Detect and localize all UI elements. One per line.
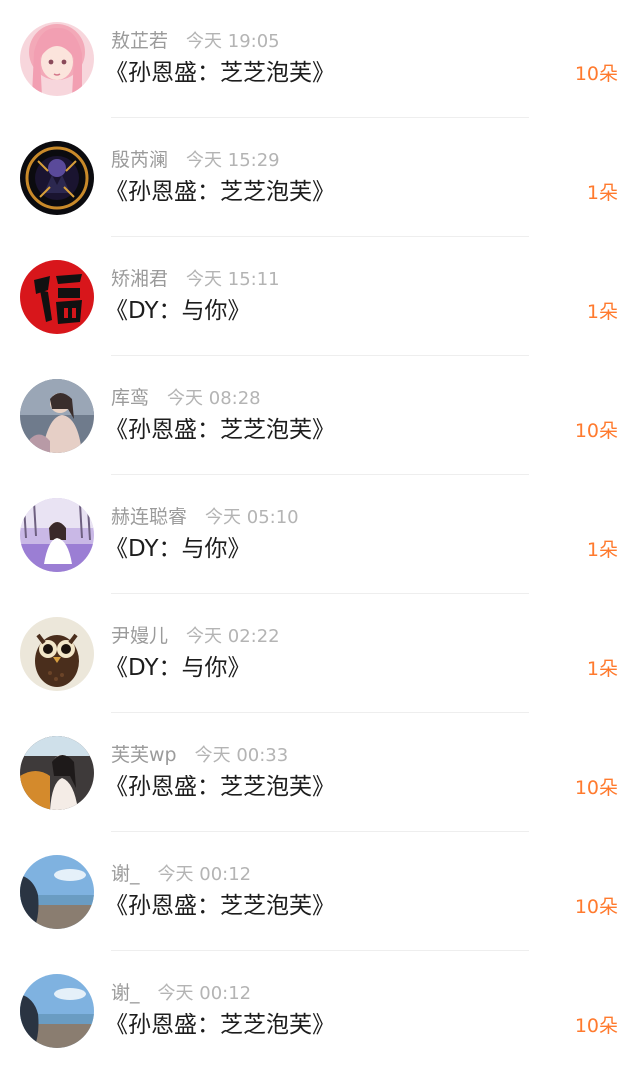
message-time: 今天 15:11 bbox=[186, 269, 280, 290]
sender-name-text: 殷芮澜 bbox=[111, 149, 169, 171]
message-text: 《DY：与你》 bbox=[105, 536, 251, 562]
fu-character-avatar-icon[interactable] bbox=[20, 260, 94, 334]
message-time: 今天 19:05 bbox=[186, 31, 280, 52]
message-text: 《孙恩盛：芝芝泡芙》 bbox=[105, 60, 335, 86]
sender-name: 库鸾 今天 08:28 bbox=[111, 386, 261, 411]
message-row[interactable]: 赫连聪睿 今天 05:10 《DY：与你》 1朵 bbox=[0, 476, 640, 595]
message-text: 《孙恩盛：芝芝泡芙》 bbox=[105, 893, 335, 919]
girl-car-avatar-icon[interactable] bbox=[20, 736, 94, 810]
divider bbox=[111, 355, 529, 356]
divider bbox=[111, 236, 529, 237]
gift-count: 1朵 bbox=[586, 658, 618, 680]
message-time: 今天 15:29 bbox=[186, 150, 280, 171]
anime-pink-hair-avatar-icon[interactable] bbox=[20, 22, 94, 96]
divider bbox=[111, 593, 529, 594]
sender-name: 赫连聪睿 今天 05:10 bbox=[111, 505, 299, 530]
message-text: 《DY：与你》 bbox=[105, 655, 251, 681]
sender-name-text: 谢_ bbox=[111, 863, 140, 885]
gift-count: 10朵 bbox=[574, 63, 618, 85]
sender-name: 尹嫚儿 今天 02:22 bbox=[111, 624, 280, 649]
message-text: 《孙恩盛：芝芝泡芙》 bbox=[105, 1012, 335, 1038]
message-time: 今天 08:28 bbox=[167, 388, 261, 409]
gift-count: 1朵 bbox=[586, 301, 618, 323]
message-row[interactable]: 谢_ 今天 00:12 《孙恩盛：芝芝泡芙》 10朵 bbox=[0, 952, 640, 1071]
message-time: 今天 00:12 bbox=[157, 983, 252, 1004]
gift-count: 10朵 bbox=[574, 777, 618, 799]
sender-name-text: 尹嫚儿 bbox=[111, 625, 169, 647]
sender-name-text: 芙芙wp bbox=[111, 744, 177, 766]
owl-coffee-avatar-icon[interactable] bbox=[20, 617, 94, 691]
divider bbox=[111, 831, 529, 832]
divider bbox=[111, 474, 529, 475]
message-row[interactable]: 谢_ 今天 00:12 《孙恩盛：芝芝泡芙》 10朵 bbox=[0, 833, 640, 952]
gift-message-list: 敖芷若 今天 19:05 《孙恩盛：芝芝泡芙》 10朵 殷芮澜 今天 15:29 《… bbox=[0, 0, 640, 1071]
message-text: 《DY：与你》 bbox=[105, 298, 251, 324]
sender-name-text: 矫湘君 bbox=[111, 268, 169, 290]
sender-name: 谢_ 今天 00:12 bbox=[111, 862, 251, 887]
message-time: 今天 00:12 bbox=[157, 864, 252, 885]
lavender-field-avatar-icon[interactable] bbox=[20, 498, 94, 572]
sender-name: 芙芙wp 今天 00:33 bbox=[111, 743, 288, 768]
message-row[interactable]: 殷芮澜 今天 15:29 《孙恩盛：芝芝泡芙》 1朵 bbox=[0, 119, 640, 238]
sender-name-text: 谢_ bbox=[111, 982, 140, 1004]
gift-count: 10朵 bbox=[574, 420, 618, 442]
message-row[interactable]: 芙芙wp 今天 00:33 《孙恩盛：芝芝泡芙》 10朵 bbox=[0, 714, 640, 833]
message-text: 《孙恩盛：芝芝泡芙》 bbox=[105, 417, 335, 443]
sender-name: 敖芷若 今天 19:05 bbox=[111, 29, 280, 54]
sender-name: 谢_ 今天 00:12 bbox=[111, 981, 251, 1006]
sender-name-text: 赫连聪睿 bbox=[111, 506, 188, 528]
divider bbox=[111, 712, 529, 713]
gift-count: 1朵 bbox=[586, 182, 618, 204]
beach-sky-avatar-icon[interactable] bbox=[20, 855, 94, 929]
dark-fantasy-avatar-icon[interactable] bbox=[20, 141, 94, 215]
sender-name: 矫湘君 今天 15:11 bbox=[111, 267, 280, 292]
message-time: 今天 05:10 bbox=[205, 507, 299, 528]
divider bbox=[111, 950, 529, 951]
message-time: 今天 02:22 bbox=[186, 626, 280, 647]
message-row[interactable]: 敖芷若 今天 19:05 《孙恩盛：芝芝泡芙》 10朵 bbox=[0, 0, 640, 119]
message-text: 《孙恩盛：芝芝泡芙》 bbox=[105, 774, 335, 800]
message-text: 《孙恩盛：芝芝泡芙》 bbox=[105, 179, 335, 205]
message-row[interactable]: 尹嫚儿 今天 02:22 《DY：与你》 1朵 bbox=[0, 595, 640, 714]
message-row[interactable]: 矫湘君 今天 15:11 《DY：与你》 1朵 bbox=[0, 238, 640, 357]
sender-name-text: 敖芷若 bbox=[111, 30, 169, 52]
message-row[interactable]: 库鸾 今天 08:28 《孙恩盛：芝芝泡芙》 10朵 bbox=[0, 357, 640, 476]
gift-count: 1朵 bbox=[586, 539, 618, 561]
sender-name-text: 库鸾 bbox=[111, 387, 150, 409]
girl-photo-avatar-icon[interactable] bbox=[20, 379, 94, 453]
divider bbox=[111, 117, 529, 118]
gift-count: 10朵 bbox=[574, 896, 618, 918]
message-time: 今天 00:33 bbox=[194, 745, 289, 766]
gift-count: 10朵 bbox=[574, 1015, 618, 1037]
sender-name: 殷芮澜 今天 15:29 bbox=[111, 148, 280, 173]
beach-sky-avatar-icon[interactable] bbox=[20, 974, 94, 1048]
